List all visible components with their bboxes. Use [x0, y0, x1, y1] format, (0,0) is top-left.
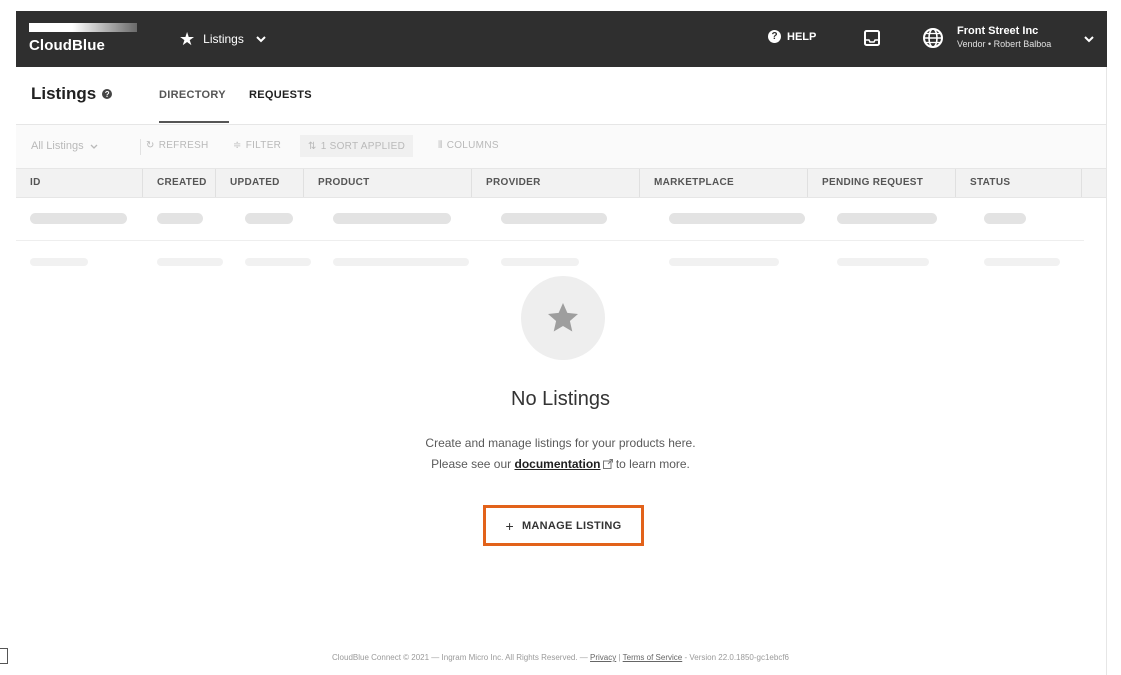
footer-copyright: CloudBlue Connect © 2021 — Ingram Micro …	[332, 653, 588, 662]
skeleton-cell	[30, 213, 127, 224]
footer-version: - Version 22.0.1850-gc1ebcf6	[684, 653, 789, 662]
columns-icon: ⦀	[438, 140, 443, 151]
content-right-border	[1106, 67, 1107, 675]
sort-icon: ⇅	[308, 140, 317, 152]
columns-label: COLUMNS	[446, 140, 499, 151]
help-label: HELP	[787, 30, 817, 43]
info-icon[interactable]: ?	[102, 89, 113, 99]
view-select-value: All Listings	[31, 140, 84, 152]
account-org-name: Front Street Inc	[957, 25, 1039, 37]
privacy-link[interactable]: Privacy	[590, 653, 616, 662]
chevron-down-icon	[90, 144, 98, 149]
empty-state-line-1: Create and manage listings for your prod…	[425, 436, 696, 450]
help-icon: ?	[768, 30, 781, 43]
account-menu[interactable]: Front Street Inc Vendor • Robert Balboa	[957, 25, 1051, 50]
refresh-icon: ↻	[146, 140, 155, 151]
skeleton-cell	[245, 213, 293, 224]
sort-button[interactable]: ⇅ 1 SORT APPLIED	[300, 135, 414, 157]
skeleton-cell	[669, 258, 779, 266]
module-switcher-label: Listings	[203, 32, 244, 46]
row-divider	[16, 240, 1084, 241]
globe-icon[interactable]	[922, 27, 944, 49]
star-icon	[548, 303, 578, 332]
logo-gradient-bar	[29, 23, 137, 32]
skeleton-cell	[501, 258, 579, 266]
sort-label: 1 SORT APPLIED	[320, 140, 406, 152]
table-toolbar: All Listings ↻ REFRESH ≑ FILTER ⇅ 1 SORT…	[16, 125, 1107, 168]
manage-listing-label: MANAGE LISTING	[521, 519, 622, 532]
cloudblue-logo[interactable]: CloudBlue	[29, 23, 140, 55]
filter-button[interactable]: ≑ FILTER	[233, 140, 281, 151]
skeleton-cell	[157, 213, 203, 224]
plus-icon: +	[505, 517, 514, 534]
skeleton-cell	[837, 213, 937, 224]
column-header-id[interactable]: ID	[16, 169, 142, 197]
filter-label: FILTER	[245, 140, 282, 151]
empty-state-title: No Listings	[511, 388, 610, 410]
skeleton-cell	[984, 213, 1026, 224]
active-tab-indicator	[159, 121, 229, 123]
column-header-updated[interactable]: UPDATED	[215, 169, 303, 197]
filter-icon: ≑	[233, 140, 242, 151]
tab-requests[interactable]: REQUESTS	[249, 89, 312, 101]
skeleton-cell	[157, 258, 223, 266]
table-header: ID CREATED UPDATED PRODUCT PROVIDER MARK…	[16, 168, 1107, 198]
account-user-name: Vendor • Robert Balboa	[957, 39, 1052, 49]
skeleton-cell	[333, 258, 469, 266]
empty-state-line-2-suffix: to learn more.	[615, 457, 690, 471]
skeleton-cell	[30, 258, 88, 266]
skeleton-cell	[501, 213, 607, 224]
external-link-icon	[602, 459, 613, 469]
column-header-created[interactable]: CREATED	[142, 169, 215, 197]
column-header-marketplace[interactable]: MARKETPLACE	[639, 169, 807, 197]
empty-state-illustration	[521, 276, 605, 360]
page-title: Listings ?	[31, 84, 113, 104]
top-app-bar: CloudBlue ★ Listings ? HELP Front Street…	[16, 11, 1107, 67]
skeleton-cell	[837, 258, 929, 266]
page-title-text: Listings	[31, 84, 97, 103]
help-button[interactable]: ? HELP	[768, 30, 816, 43]
skeleton-cell	[245, 258, 311, 266]
toolbar-divider	[140, 139, 141, 155]
notifications-inbox-icon[interactable]	[863, 29, 881, 47]
window-edge-fragment	[0, 648, 8, 664]
module-switcher[interactable]: ★ Listings	[179, 27, 268, 51]
terms-link[interactable]: Terms of Service	[623, 653, 683, 662]
column-header-spacer	[1081, 169, 1107, 197]
footer: CloudBlue Connect © 2021 — Ingram Micro …	[0, 653, 1121, 662]
manage-listing-button[interactable]: + MANAGE LISTING	[483, 505, 644, 546]
skeleton-cell	[333, 213, 451, 224]
column-header-product[interactable]: PRODUCT	[303, 169, 471, 197]
chevron-down-icon	[256, 36, 266, 43]
column-header-provider[interactable]: PROVIDER	[471, 169, 639, 197]
footer-separator: |	[618, 653, 621, 662]
tab-directory[interactable]: DIRECTORY	[159, 89, 226, 101]
column-header-pending-request[interactable]: PENDING REQUEST	[807, 169, 955, 197]
documentation-link[interactable]: documentation	[515, 457, 601, 471]
skeleton-cell	[669, 213, 805, 224]
columns-button[interactable]: ⦀ COLUMNS	[438, 140, 499, 151]
skeleton-cell	[984, 258, 1060, 266]
empty-state-line-2: Please see our documentation to learn mo…	[0, 454, 1121, 475]
refresh-label: REFRESH	[158, 140, 209, 151]
star-icon: ★	[179, 28, 196, 49]
empty-state-line-2-prefix: Please see our	[431, 457, 512, 471]
view-select[interactable]: All Listings	[31, 140, 99, 152]
chevron-down-icon[interactable]	[1082, 32, 1096, 46]
refresh-button[interactable]: ↻ REFRESH	[146, 140, 209, 151]
logo-text: CloudBlue	[29, 37, 105, 54]
column-header-status[interactable]: STATUS	[955, 169, 1081, 197]
empty-state-description: Create and manage listings for your prod…	[0, 433, 1121, 475]
